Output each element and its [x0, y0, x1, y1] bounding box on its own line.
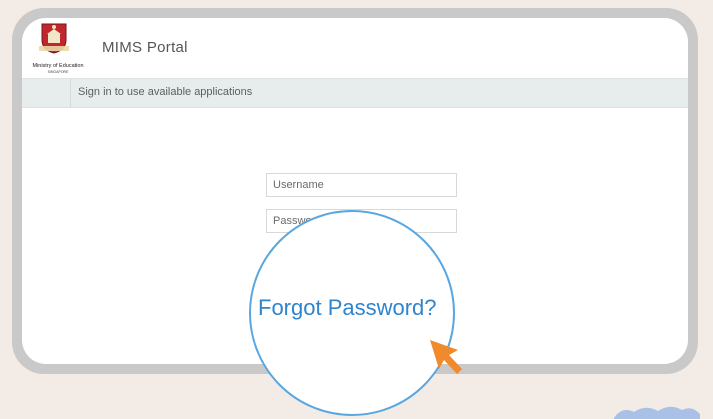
- portal-title: MIMS Portal: [102, 39, 188, 56]
- org-country: SINGAPORE: [47, 70, 69, 74]
- org-name: Ministry of Education: [32, 63, 84, 69]
- decorative-scribble: [614, 406, 700, 419]
- signin-banner: Sign in to use available applications: [22, 78, 688, 108]
- mouse-pointer-icon: [430, 340, 462, 374]
- username-input[interactable]: [266, 173, 457, 197]
- signin-instruction: Sign in to use available applications: [78, 86, 253, 98]
- forgot-password-link[interactable]: Forgot Password?: [258, 295, 437, 321]
- moe-logo: Ministry of Education SINGAPORE: [26, 22, 84, 74]
- portal-header: Ministry of Education SINGAPORE MIMS Por…: [22, 18, 688, 78]
- moe-crest-icon: [39, 23, 69, 54]
- banner-side-cell: [22, 79, 71, 107]
